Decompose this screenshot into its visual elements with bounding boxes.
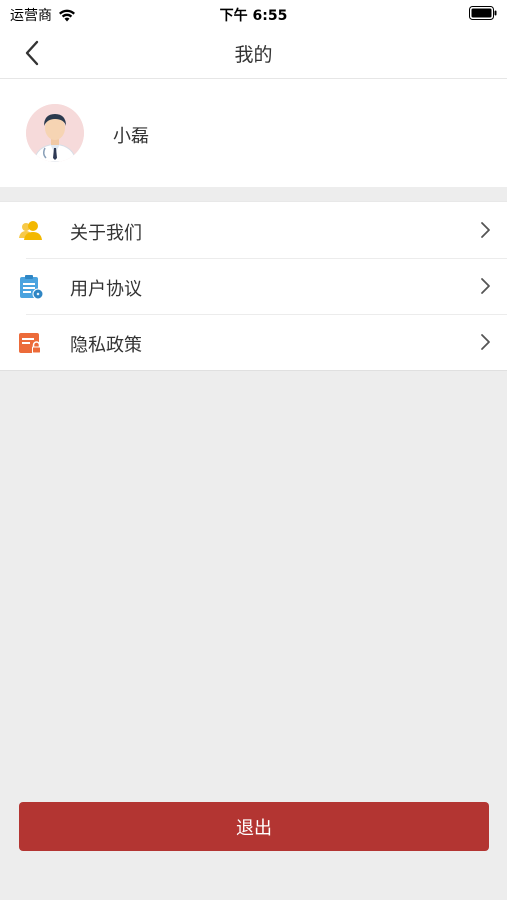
chevron-right-icon: [481, 334, 490, 350]
menu-item-user-agreement[interactable]: 用户协议: [0, 258, 507, 314]
page-title: 我的: [234, 44, 273, 66]
chevron-right-icon: [481, 278, 490, 294]
profile-card[interactable]: 小磊: [0, 79, 507, 187]
lock-document-icon: [19, 333, 41, 354]
username: 小磊: [113, 126, 149, 147]
users-icon: [19, 221, 42, 240]
menu-item-about-us[interactable]: 关于我们: [0, 202, 507, 258]
navigation-bar: 我的: [0, 28, 507, 79]
clipboard-icon: [20, 275, 44, 300]
menu-item-label: 关于我们: [70, 223, 142, 244]
doctor-avatar-icon: [26, 104, 84, 162]
chevron-right-icon: [481, 222, 490, 238]
menu-list: 关于我们 用户协议 隐私政策: [0, 201, 507, 371]
status-time: 下午 6:55: [219, 8, 288, 24]
menu-item-label: 用户协议: [70, 279, 142, 300]
status-bar: 运营商 下午 6:55: [0, 0, 507, 28]
menu-item-label: 隐私政策: [70, 335, 142, 356]
logout-button[interactable]: 退出: [19, 802, 489, 851]
menu-item-privacy-policy[interactable]: 隐私政策: [0, 314, 507, 370]
avatar[interactable]: [26, 104, 84, 162]
battery-icon: [469, 6, 497, 24]
